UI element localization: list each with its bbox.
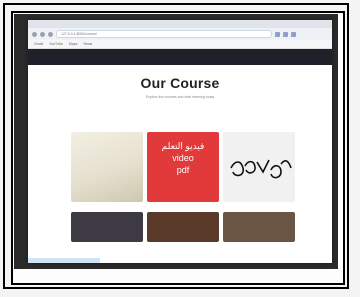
page-title: Our Course — [140, 75, 220, 91]
bookmark-item[interactable]: YouTube — [49, 42, 63, 46]
back-icon[interactable] — [32, 31, 37, 37]
bookmark-item[interactable]: Maps — [69, 42, 78, 46]
course-card-row2[interactable] — [223, 212, 295, 242]
card-type-pdf: pdf — [176, 165, 190, 175]
hero-banner — [28, 49, 332, 65]
course-card-row2[interactable] — [147, 212, 219, 242]
browser-toolbar: 127.0.0.1:8000/course/ — [28, 28, 332, 40]
course-card-row2[interactable] — [71, 212, 143, 242]
section-description: Explore the courses and start learning t… — [145, 95, 215, 99]
bookmarks-bar: Gmail YouTube Maps News — [28, 40, 332, 49]
profile-icon[interactable] — [283, 31, 288, 37]
menu-icon[interactable] — [291, 31, 296, 37]
browser-tab-strip — [28, 20, 332, 28]
reload-icon[interactable] — [48, 31, 53, 37]
bookmark-item[interactable]: News — [83, 42, 92, 46]
address-bar[interactable]: 127.0.0.1:8000/course/ — [56, 30, 272, 38]
card-title: فيديو التعلم — [161, 141, 205, 151]
status-bar — [28, 258, 100, 263]
course-card-fabric[interactable] — [71, 132, 143, 202]
course-card-handwriting[interactable] — [223, 132, 295, 202]
extension-icon[interactable] — [275, 31, 280, 37]
browser-window: 127.0.0.1:8000/course/ Gmail YouTube Map… — [28, 20, 332, 263]
course-card-arabic[interactable]: فيديو التعلم video pdf — [147, 132, 219, 202]
handwriting-sketch-icon — [230, 159, 292, 179]
bookmark-item[interactable]: Gmail — [34, 42, 43, 46]
card-type-video: video — [172, 153, 194, 163]
forward-icon[interactable] — [40, 31, 45, 37]
